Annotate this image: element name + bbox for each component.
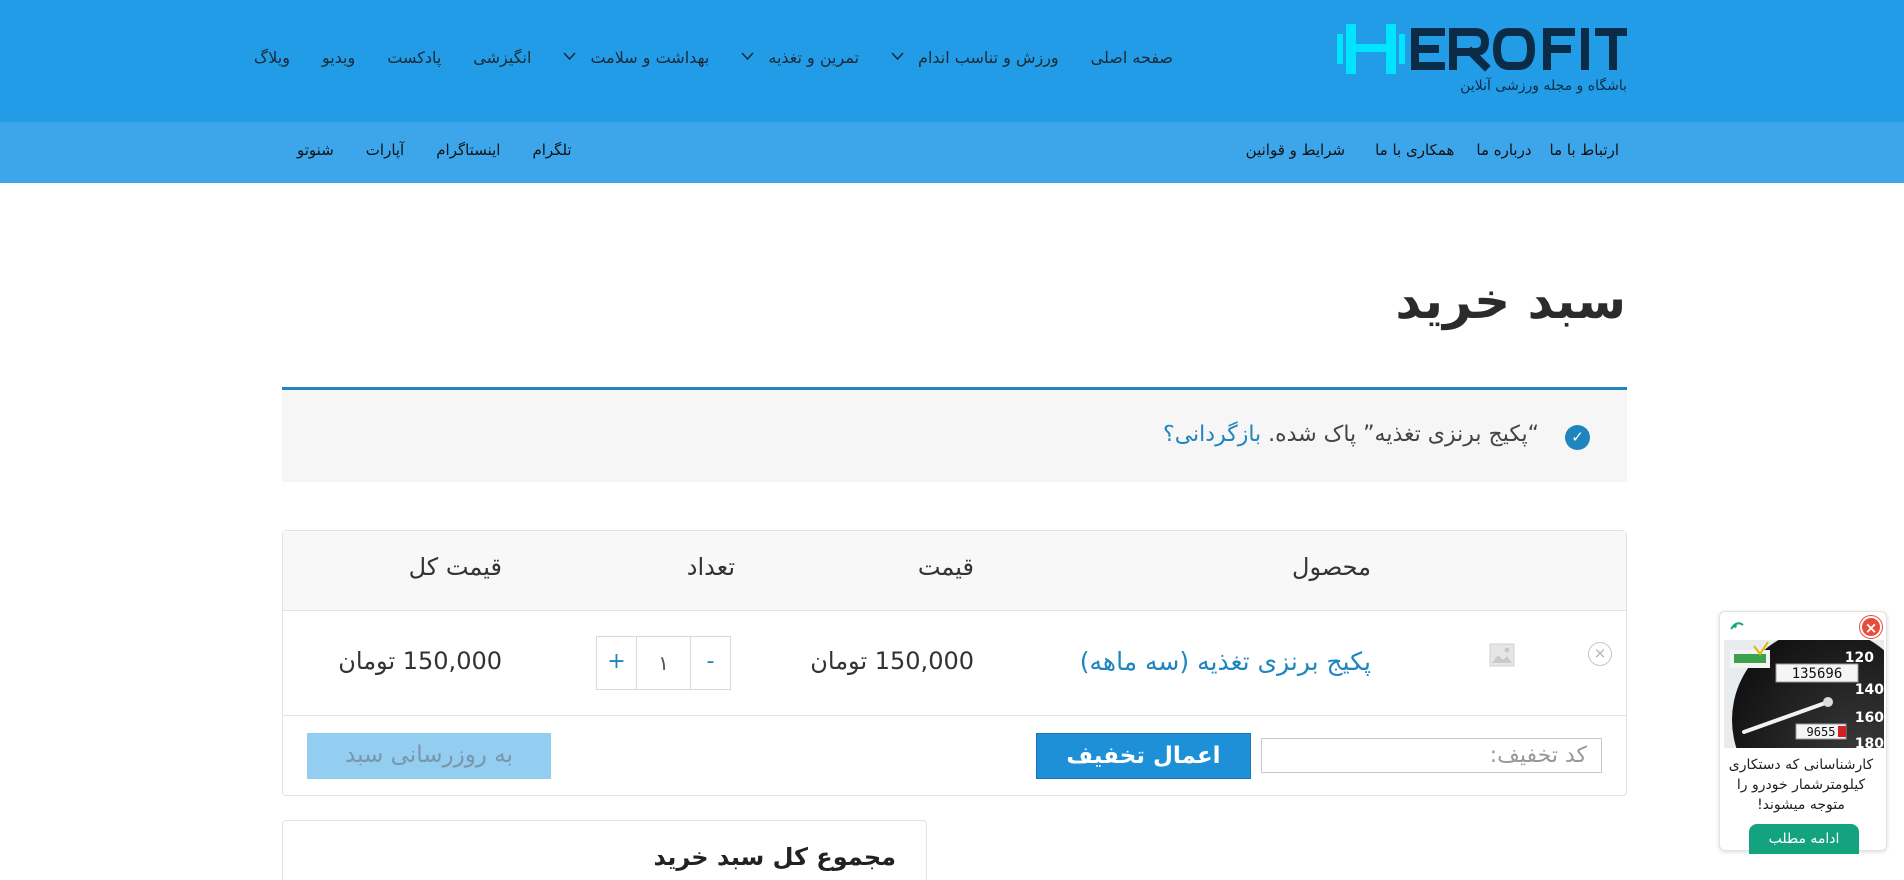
quantity-decrease-button[interactable]: -: [690, 637, 730, 689]
cart-notice: ✓ “پکیج برنزی تغذیه” پاک شده. بازگردانی؟: [282, 387, 1627, 482]
ad-odometer-digits: 135696: [1792, 666, 1843, 682]
nav-item-health[interactable]: بهداشت و سلامت: [563, 48, 709, 67]
column-header-quantity: تعداد: [686, 553, 735, 581]
cart-actions: کد تخفیف: اعمال تخفیف به روزرسانی سبد: [283, 716, 1626, 797]
quantity-increase-button[interactable]: +: [597, 637, 637, 689]
ad-dial-number: 120: [1845, 650, 1874, 666]
nav-label: صفحه اصلی: [1090, 48, 1173, 67]
subnav-item-instagram[interactable]: اینستاگرام: [436, 141, 500, 159]
ad-widget[interactable]: × 135696 9655 120 140 160 180 کارشناسانی…: [1719, 611, 1887, 854]
nav-item-motivation[interactable]: انگیزشی: [473, 48, 531, 67]
ad-image-odometer[interactable]: 135696 9655 120 140 160 180: [1724, 640, 1884, 748]
main-navigation: صفحه اصلی ورزش و تناسب اندام تمرین و تغذ…: [254, 48, 1173, 67]
product-thumbnail-placeholder-icon[interactable]: [1488, 641, 1516, 669]
subnav-item-aparat[interactable]: آپارات: [366, 141, 404, 159]
secondary-navigation: ارتباط با ما درباره ما همکاری با ما شرای…: [1246, 141, 1619, 159]
subnav-item-shenoto[interactable]: شنوتو: [297, 141, 334, 159]
check-icon: ✓: [1565, 425, 1590, 450]
social-navigation: تلگرام اینستاگرام آپارات شنوتو: [297, 141, 572, 159]
nav-item-blog[interactable]: ویلاگ: [254, 48, 290, 67]
update-cart-button[interactable]: به روزرسانی سبد: [307, 733, 551, 779]
ad-dial-number: 160: [1855, 710, 1884, 726]
nav-label: بهداشت و سلامت: [590, 48, 710, 67]
nav-item-podcast[interactable]: پادکست: [387, 48, 441, 67]
logo-tagline: باشگاه و مجله ورزشی آنلاین: [1460, 78, 1627, 94]
nav-label: ویدیو: [321, 48, 356, 67]
subnav-item-telegram[interactable]: تلگرام: [532, 141, 571, 159]
cart-table: محصول قیمت تعداد قیمت کل × پکیج برنزی تغ…: [282, 530, 1627, 796]
remove-item-button[interactable]: ×: [1588, 642, 1612, 666]
table-row: × پکیج برنزی تغذیه (سه ماهه) 150,000 توم…: [283, 611, 1626, 716]
column-header-product: محصول: [1292, 553, 1371, 581]
logo-wordmark-icon: [1337, 24, 1627, 74]
apply-coupon-button[interactable]: اعمال تخفیف: [1036, 733, 1251, 779]
nav-item-training-nutrition[interactable]: تمرین و تغذیه: [741, 48, 859, 67]
chevron-down-icon: [563, 50, 576, 65]
quantity-input[interactable]: ۱: [637, 637, 690, 689]
page-title: سبد خرید: [1395, 272, 1627, 330]
chevron-down-icon: [891, 50, 904, 65]
quantity-stepper: + ۱ -: [596, 636, 731, 690]
cart-table-header: محصول قیمت تعداد قیمت کل: [283, 531, 1626, 611]
nav-label: ویلاگ: [253, 48, 290, 67]
product-subtotal: 150,000 تومان: [338, 647, 502, 675]
cart-totals-title: مجموع کل سبد خرید: [653, 843, 897, 871]
ad-close-button[interactable]: ×: [1860, 616, 1882, 638]
ad-trip-digits: 9655: [1807, 725, 1836, 739]
product-price: 150,000 تومان: [810, 647, 974, 675]
nav-label: تمرین و تغذیه: [768, 48, 860, 67]
notice-message: “پکیج برنزی تغذیه” پاک شده. بازگردانی؟: [1163, 422, 1539, 447]
cart-totals-box: مجموع کل سبد خرید: [282, 820, 927, 880]
subnav-item-terms[interactable]: شرایط و قوانین: [1246, 141, 1345, 159]
ad-headline[interactable]: کارشناسانی که دستکاری کیلومترشمار خودرو …: [1726, 755, 1876, 815]
column-header-price: قیمت: [917, 553, 974, 581]
ad-read-more-button[interactable]: ادامه مطلب: [1749, 824, 1859, 854]
subnav-item-cooperation[interactable]: همکاری با ما: [1375, 141, 1454, 159]
chevron-down-icon: [741, 50, 754, 65]
site-logo[interactable]: باشگاه و مجله ورزشی آنلاین: [1337, 18, 1627, 98]
ad-network-icon: [1730, 618, 1744, 634]
nav-item-video[interactable]: ویدیو: [322, 48, 355, 67]
nav-item-fitness[interactable]: ورزش و تناسب اندام: [891, 48, 1059, 67]
nav-label: انگیزشی: [473, 48, 532, 67]
subnav-item-contact[interactable]: ارتباط با ما: [1550, 141, 1619, 159]
notice-text: “پکیج برنزی تغذیه” پاک شده.: [1268, 422, 1539, 447]
nav-label: ورزش و تناسب اندام: [918, 48, 1059, 67]
coupon-code-input[interactable]: کد تخفیف:: [1261, 738, 1602, 773]
nav-label: پادکست: [387, 48, 442, 67]
subnav-item-about[interactable]: درباره ما: [1476, 141, 1531, 159]
column-header-subtotal: قیمت کل: [408, 553, 502, 581]
undo-link[interactable]: بازگردانی؟: [1163, 422, 1261, 447]
nav-item-home[interactable]: صفحه اصلی: [1091, 48, 1173, 67]
ad-dial-number: 140: [1855, 682, 1884, 698]
product-name-link[interactable]: پکیج برنزی تغذیه (سه ماهه): [1080, 647, 1371, 676]
ad-dial-number: 180: [1855, 736, 1884, 748]
